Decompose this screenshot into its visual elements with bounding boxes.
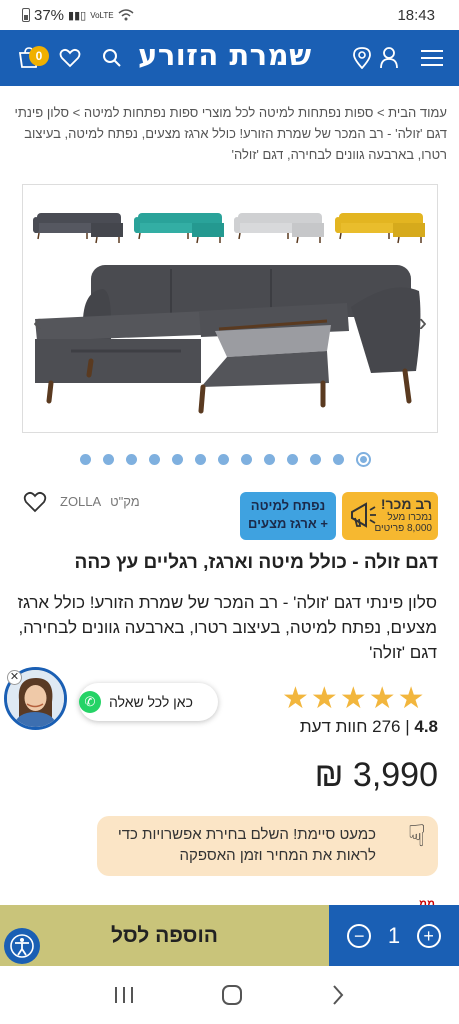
thumbnail-sofa-charcoal[interactable] xyxy=(31,197,127,249)
battery-percent: 37% xyxy=(34,6,65,24)
status-bar: 37% ▮▮▯ VoLTE 18:43 xyxy=(0,0,459,30)
menu-icon[interactable] xyxy=(417,30,447,86)
add-to-cart-button[interactable]: הוספה לסל xyxy=(0,905,329,966)
color-thumbnails xyxy=(31,197,429,249)
volte-label: VoLTE xyxy=(90,10,114,20)
gallery-dots xyxy=(80,452,371,467)
home-icon[interactable] xyxy=(221,984,243,1006)
system-nav-bar xyxy=(0,966,459,1024)
sku-value: ZOLLA xyxy=(60,494,101,509)
search-icon[interactable] xyxy=(98,30,126,86)
back-icon[interactable] xyxy=(330,984,346,1006)
wifi-icon xyxy=(118,9,134,21)
minus-icon[interactable]: − xyxy=(347,923,372,948)
product-title: דגם זולה - כולל מיטה וארגז, רגליים עץ כה… xyxy=(74,552,438,573)
megaphone-icon xyxy=(351,502,376,528)
thumbnail-sofa-lightgray[interactable] xyxy=(232,197,328,249)
user-icon[interactable] xyxy=(376,30,402,86)
star-icon: ★ xyxy=(368,682,396,715)
gallery-prev-arrow[interactable]: ‹ xyxy=(33,307,42,338)
rating-summary[interactable]: 4.8 | 276 חוות דעת xyxy=(300,717,438,737)
location-icon[interactable] xyxy=(349,30,375,86)
gallery-dot[interactable] xyxy=(287,454,298,465)
sku-label: מק"ט xyxy=(110,494,140,509)
gallery-dot[interactable] xyxy=(149,454,160,465)
gallery-dot[interactable] xyxy=(126,454,137,465)
wishlist-heart-icon[interactable] xyxy=(23,491,47,513)
feature-badge: נפתח למיטה + ארגז מצעים xyxy=(240,492,336,540)
thumbnail-sofa-teal[interactable] xyxy=(132,197,228,249)
site-logo[interactable]: שמרת הזורע xyxy=(138,38,312,72)
star-icon: ★ xyxy=(397,682,425,715)
breadcrumb[interactable]: עמוד הבית > ספות נפתחות למיטה לכל מוצרי … xyxy=(7,102,447,165)
price: 3,990 ₪ xyxy=(314,756,438,794)
main-product-image xyxy=(35,265,421,414)
chat-label: כאן לכל שאלה xyxy=(109,694,193,710)
star-icon: ★ xyxy=(310,682,338,715)
battery-icon xyxy=(22,8,30,22)
review-count: 276 חוות דעת xyxy=(299,717,401,736)
gallery-dot[interactable] xyxy=(241,454,252,465)
recents-icon[interactable] xyxy=(113,985,135,1005)
agent-close-icon[interactable]: ✕ xyxy=(7,670,22,685)
bestseller-badge: רב מכר! נמכרו מעל 8,000 פריטים xyxy=(342,492,438,540)
product-gallery[interactable]: ‹ › xyxy=(22,184,438,433)
gallery-dot[interactable] xyxy=(218,454,229,465)
gallery-dot[interactable] xyxy=(195,454,206,465)
whatsapp-icon: ✆ xyxy=(79,691,101,713)
pointing-hand-icon: ☟ xyxy=(407,820,426,853)
star-icon: ★ xyxy=(339,682,367,715)
quantity-value[interactable]: 1 xyxy=(388,923,400,949)
sku: ZOLLA מק"ט xyxy=(60,494,140,509)
signal-icon: ▮▮▯ xyxy=(68,9,87,22)
feature-line1: נפתח למיטה xyxy=(250,498,326,513)
thumbnail-sofa-mustard[interactable] xyxy=(333,197,429,249)
notice-text: כמעט סיימת! השלם בחירת אפשרויות כדי לראו… xyxy=(117,826,376,864)
gallery-dot[interactable] xyxy=(103,454,114,465)
gallery-dot[interactable] xyxy=(333,454,344,465)
product-description: סלון פינתי דגם 'זולה' - רב המכר של שמרת … xyxy=(17,593,438,662)
gallery-dot[interactable] xyxy=(80,454,91,465)
gallery-dot[interactable] xyxy=(172,454,183,465)
accessibility-icon[interactable] xyxy=(4,928,40,964)
feature-line2: + ארגז מצעים xyxy=(248,516,328,531)
quantity-stepper: − 1 + xyxy=(329,905,459,966)
site-header: שמרת הזורע xyxy=(0,30,459,86)
gallery-dot[interactable] xyxy=(264,454,275,465)
chat-button[interactable]: כאן לכל שאלה ✆ xyxy=(79,683,218,721)
rating-value: 4.8 xyxy=(414,717,438,736)
cart-count-badge: 0 xyxy=(29,46,49,66)
plus-icon[interactable]: + xyxy=(416,923,441,948)
star-icon: ★ xyxy=(282,682,309,715)
rating-stars[interactable]: ★ ★ ★ ★ ★ xyxy=(282,684,425,714)
gallery-next-arrow[interactable]: › xyxy=(418,307,427,338)
add-to-cart-bar: הוספה לסל − 1 + xyxy=(0,905,459,966)
gallery-dot[interactable] xyxy=(310,454,321,465)
options-notice: ☟ כמעט סיימת! השלם בחירת אפשרויות כדי לר… xyxy=(97,816,438,876)
heart-icon[interactable] xyxy=(56,30,84,86)
rating-divider: | xyxy=(400,717,410,736)
clock: 18:43 xyxy=(397,6,435,24)
status-left: 37% ▮▮▯ VoLTE xyxy=(22,7,134,24)
gallery-dot-active[interactable] xyxy=(356,452,371,467)
